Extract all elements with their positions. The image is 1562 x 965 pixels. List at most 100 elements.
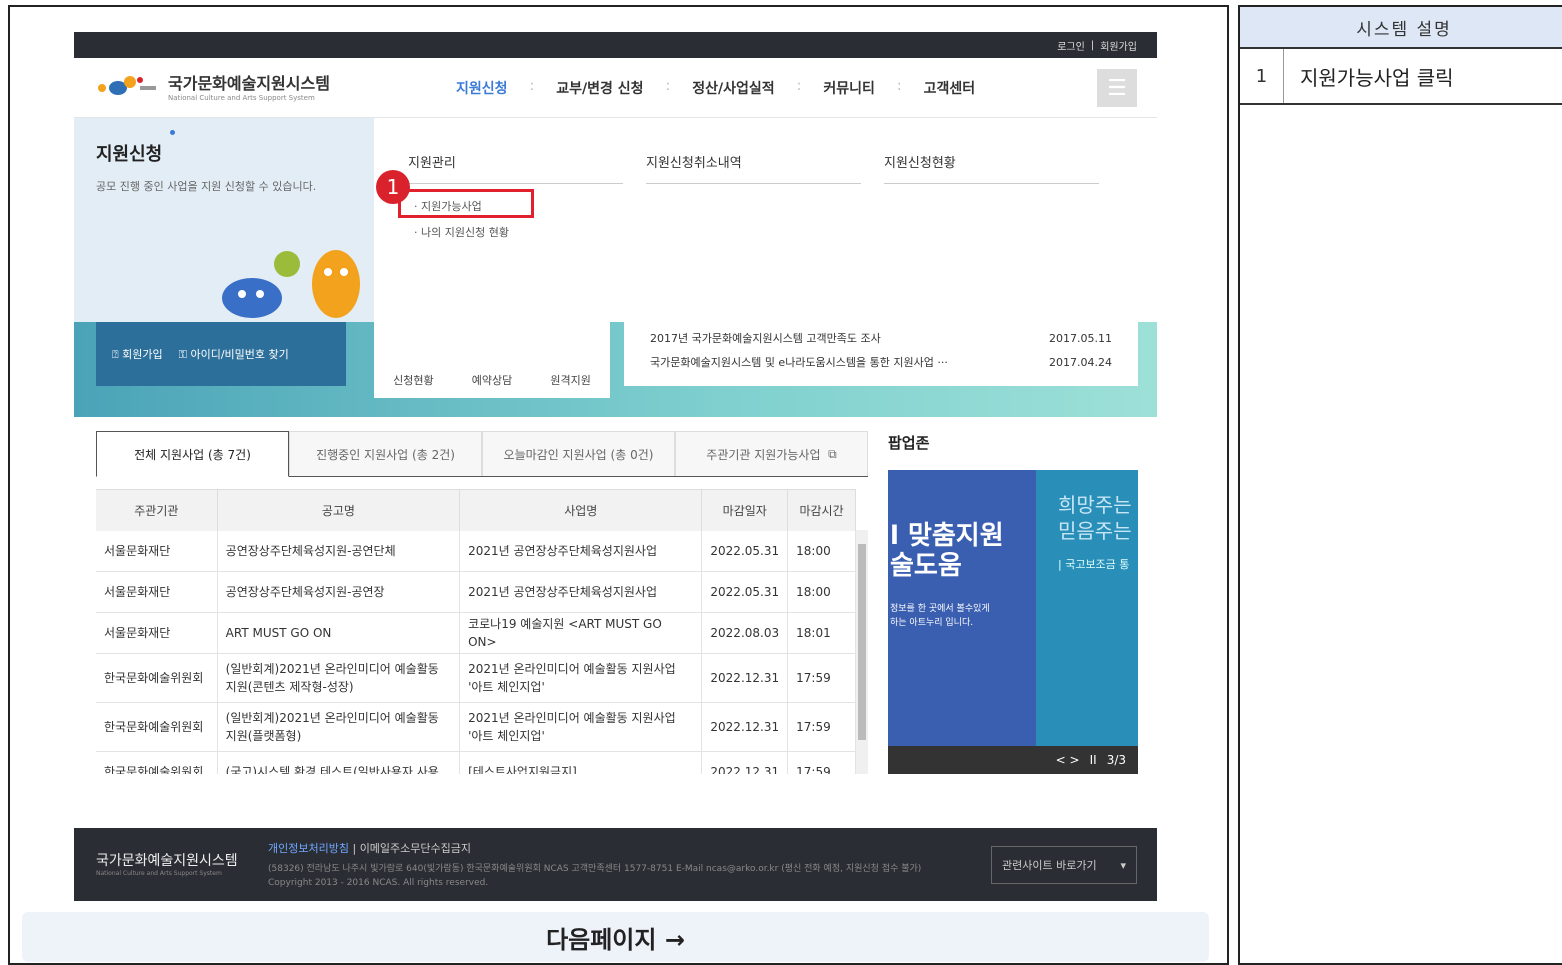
cell-org: 한국문화예술위원회	[96, 751, 218, 774]
cell-time: 17:59	[787, 751, 856, 774]
site-footer: 국가문화예술지원시스템 National Culture and Arts Su…	[74, 828, 1157, 901]
notice-date: 2017.05.11	[1049, 331, 1112, 345]
cell-project: 2021년 공연장상주단체육성지원사업	[459, 571, 703, 613]
cell-org: 한국문화예술위원회	[96, 702, 218, 752]
cell-org: 서울문화재단	[96, 530, 218, 572]
banner-controls: < > II 3/3	[888, 746, 1138, 774]
nav-customer-center[interactable]: 고객센터	[902, 78, 998, 98]
title-dot	[170, 130, 175, 135]
table-header-row: 주관기관 공고명 사업명 마감일자 마감시간	[96, 489, 856, 531]
site-logo[interactable]: 국가문화예술지원시스템 National Culture and Arts Su…	[96, 70, 330, 102]
cell-notice: (일반회계)2021년 온라인미디어 예술활동 지원(콘텐츠 제작형-성장)	[217, 653, 461, 703]
top-utility-bar: 로그인 | 회원가입	[74, 32, 1157, 58]
cell-project: 코로나19 예술지원 <ART MUST GO ON>	[459, 612, 703, 654]
logo-subtitle: National Culture and Arts Support System	[168, 94, 315, 102]
cell-date: 2022.12.31	[701, 653, 789, 703]
prev-next-icon[interactable]: < >	[1056, 753, 1080, 767]
next-page-button[interactable]: 다음페이지 →	[22, 912, 1209, 962]
table-scrollbar[interactable]	[856, 530, 868, 774]
privacy-policy-link[interactable]: 개인정보처리방침	[268, 842, 349, 855]
login-link[interactable]: 로그인	[1057, 38, 1085, 53]
description-header: 시스템 설명	[1240, 7, 1562, 49]
cell-org: 서울문화재단	[96, 612, 218, 654]
related-sites-select[interactable]: 관련사이트 바로가기 ▾	[991, 846, 1137, 884]
banner-slogan: 희망주는 믿음주는	[1058, 492, 1132, 544]
related-sites-label: 관련사이트 바로가기	[1002, 859, 1097, 872]
notice-title: 2017년 국가문화예술지원시스템 고객만족도 조사	[650, 332, 881, 345]
banner-headline: l 맞춤지원 술도움	[890, 521, 1004, 582]
banner-headline-1: l 맞춤지원	[890, 521, 1004, 551]
mega-menu-intro: 지원신청 공모 진행 중인 사업을 지원 신청할 수 있습니다.	[74, 118, 374, 322]
banner-caption: | 국고보조금 통	[1058, 558, 1130, 571]
table-row[interactable]: 한국문화예술위원회 (국고)시스템 환경 테스트(일반사용자 사용 [테스트사업지원…	[96, 751, 856, 774]
project-tabs: 전체 지원사업 (총 7건) 진행중인 지원사업 (총 2건) 오늘마감인 지원…	[96, 431, 868, 477]
logo-icon	[98, 76, 156, 95]
cell-project: [테스트사업지원금지]	[459, 751, 703, 774]
menu-my-applications[interactable]: · 나의 지원신청 현황	[414, 224, 509, 240]
topbar-separator: |	[1090, 39, 1095, 51]
key-icon: ⚿	[178, 348, 191, 361]
banner-headline-2: 술도움	[890, 550, 962, 581]
external-link-icon: ⧉	[828, 446, 837, 461]
table-row[interactable]: 서울문화재단 공연장상주단체육성지원-공연단체 2021년 공연장상주단체육성지원사…	[96, 530, 856, 572]
menu-col-cancel-history[interactable]: 지원신청취소내역	[646, 152, 861, 184]
quick-status[interactable]: 신청현황	[393, 372, 433, 388]
tab-organizer-projects[interactable]: 주관기관 지원가능사업 ⧉	[675, 431, 868, 476]
col-header-org: 주관기관	[96, 489, 218, 531]
menu-col-support-management[interactable]: 지원관리	[408, 152, 623, 184]
quick-menu: 신청현황 예약상담 원격지원	[374, 322, 610, 398]
find-account-label: 아이디/비밀번호 찾기	[190, 348, 289, 361]
tab-all-projects[interactable]: 전체 지원사업 (총 7건)	[96, 431, 289, 477]
nav-settlement[interactable]: 정산/사업실적	[670, 78, 796, 98]
nav-grant-change[interactable]: 교부/변경 신청	[534, 78, 665, 98]
notice-item[interactable]: 국가문화예술지원시스템 및 e나라도움시스템을 통한 지원사업 ··· 2017.…	[650, 350, 1112, 374]
quick-remote[interactable]: 원격지원	[550, 372, 590, 388]
project-table: 주관기관 공고명 사업명 마감일자 마감시간 서울문화재단 공연장상주단체육성지원…	[96, 489, 868, 774]
footer-address: (58326) 전라남도 나주시 빛가람로 640(빛가람동) 한국문화예술위원…	[268, 862, 988, 891]
find-account-link[interactable]: ⚿ 아이디/비밀번호 찾기	[179, 346, 289, 362]
cell-notice: 공연장상주단체육성지원-공연장	[217, 571, 461, 613]
signup-quick-link[interactable]: ⍰ 회원가입	[112, 346, 163, 362]
banner-description: 정보를 한 곳에서 볼수있게 하는 아트누리 입니다.	[890, 602, 990, 631]
menu-col-application-status[interactable]: 지원신청현황	[884, 152, 1099, 184]
notice-item[interactable]: 2017년 국가문화예술지원시스템 고객만족도 조사 2017.05.11	[650, 326, 1112, 350]
cell-date: 2022.05.31	[701, 571, 789, 613]
cell-org: 한국문화예술위원회	[96, 653, 218, 703]
email-policy-link[interactable]: 이메일주소무단수집금지	[360, 842, 471, 855]
mega-description: 공모 진행 중인 사업을 지원 신청할 수 있습니다.	[96, 180, 317, 193]
nav-community[interactable]: 커뮤니티	[801, 78, 897, 98]
tab-ongoing-projects[interactable]: 진행중인 지원사업 (총 2건)	[289, 431, 482, 476]
footer-links: 개인정보처리방침 | 이메일주소무단수집금지	[268, 840, 471, 856]
cell-notice: (국고)시스템 환경 테스트(일반사용자 사용	[217, 751, 461, 774]
description-panel: 시스템 설명 1 지원가능사업 클릭	[1238, 5, 1562, 965]
nav-apply[interactable]: 지원신청	[434, 78, 530, 98]
scrollbar-thumb[interactable]	[858, 544, 866, 740]
cell-org: 서울문화재단	[96, 571, 218, 613]
cell-project: 2021년 온라인미디어 예술활동 지원사업 '아트 체인지업'	[459, 653, 703, 703]
table-row[interactable]: 서울문화재단 ART MUST GO ON 코로나19 예술지원 <ART MUST…	[96, 612, 856, 654]
member-box: ⍰ 회원가입 ⚿ 아이디/비밀번호 찾기	[96, 322, 346, 386]
main-nav: 지원신청: 교부/변경 신청: 정산/사업실적: 커뮤니티: 고객센터	[434, 78, 997, 98]
table-row[interactable]: 한국문화예술위원회 (일반회계)2021년 온라인미디어 예술활동 지원(플랫폼형…	[96, 702, 856, 752]
table-row[interactable]: 한국문화예술위원회 (일반회계)2021년 온라인미디어 예술활동 지원(콘텐츠 …	[96, 653, 856, 703]
hamburger-icon[interactable]: ☰	[1097, 69, 1137, 107]
signup-quick-label: 회원가입	[122, 348, 163, 361]
footer-copyright: Copyright 2013 - 2016 NCAS. All rights r…	[268, 878, 489, 889]
notice-date: 2017.04.24	[1049, 355, 1112, 369]
banner-slogan-1: 희망주는	[1058, 493, 1132, 517]
tab-organizer-label: 주관기관 지원가능사업	[706, 447, 821, 462]
signup-link[interactable]: 회원가입	[1100, 38, 1137, 53]
popup-banner[interactable]: l 맞춤지원 술도움 희망주는 믿음주는 | 국고보조금 통 정보를 한 곳에서 볼…	[888, 470, 1138, 774]
user-icon: ⍰	[112, 348, 123, 361]
table-row[interactable]: 서울문화재단 공연장상주단체육성지원-공연장 2021년 공연장상주단체육성지원사업…	[96, 571, 856, 613]
pause-icon[interactable]: II	[1090, 753, 1097, 767]
col-header-notice: 공고명	[217, 489, 461, 531]
cell-project: 2021년 공연장상주단체육성지원사업	[459, 530, 703, 572]
mascot-illustration	[222, 250, 360, 318]
cell-date: 2022.12.31	[701, 751, 789, 774]
quick-reservation[interactable]: 예약상담	[472, 372, 512, 388]
cell-time: 17:59	[787, 702, 856, 752]
tab-closing-today[interactable]: 오늘마감인 지원사업 (총 0건)	[482, 431, 675, 476]
notice-list: 2017년 국가문화예술지원시스템 고객만족도 조사 2017.05.11 국가문…	[624, 322, 1138, 386]
highlight-box	[398, 189, 534, 218]
